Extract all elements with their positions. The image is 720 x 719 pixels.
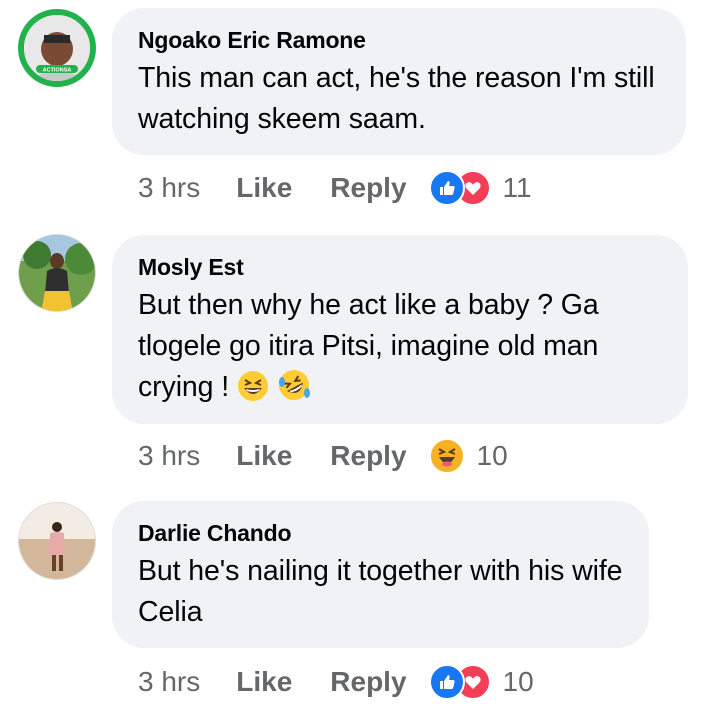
- avatar[interactable]: [18, 234, 96, 312]
- comment-author[interactable]: Darlie Chando: [138, 519, 623, 547]
- comment-timestamp[interactable]: 3 hrs: [138, 172, 200, 204]
- reactions-summary[interactable]: [428, 438, 465, 474]
- like-reaction-icon: [428, 664, 465, 700]
- comment-actions: 3 hrs Like Reply 10: [138, 662, 534, 702]
- reaction-count[interactable]: 10: [477, 440, 508, 472]
- reaction-count[interactable]: 11: [503, 172, 532, 204]
- comment-bubble: Mosly Est But then why he act like a bab…: [112, 235, 688, 424]
- comment-author[interactable]: Mosly Est: [138, 253, 662, 281]
- profile-photo-icon: [19, 503, 95, 579]
- comment-text: This man can act, he's the reason I'm st…: [138, 62, 655, 135]
- reply-button[interactable]: Reply: [330, 440, 406, 472]
- comment-actions: 3 hrs Like Reply 11: [138, 168, 532, 208]
- svg-text:ACTIONSA: ACTIONSA: [43, 68, 72, 74]
- like-button[interactable]: Like: [236, 666, 292, 698]
- like-reaction-icon: [428, 170, 465, 206]
- comment-text: But he's nailing it together with his wi…: [138, 555, 623, 628]
- like-button[interactable]: Like: [236, 440, 292, 472]
- comment-author[interactable]: Ngoako Eric Ramone: [138, 26, 660, 54]
- grinning-squinting-face-icon: [237, 370, 269, 414]
- comment-text: But then why he act like a baby ? Ga tlo…: [138, 285, 662, 414]
- comment-bubble: Ngoako Eric Ramone This man can act, he'…: [112, 8, 686, 155]
- comment-bubble: Darlie Chando But he's nailing it togeth…: [112, 501, 649, 648]
- profile-photo-icon: ACTIONSA: [24, 15, 90, 81]
- comment-text-body: But then why he act like a baby ? Ga tlo…: [138, 289, 599, 403]
- rolling-on-floor-laughing-icon: [277, 368, 311, 414]
- avatar[interactable]: [18, 502, 96, 580]
- avatar[interactable]: ACTIONSA: [18, 9, 96, 87]
- profile-photo-icon: [19, 235, 95, 311]
- comment-timestamp[interactable]: 3 hrs: [138, 440, 200, 472]
- like-button[interactable]: Like: [236, 172, 292, 204]
- reaction-count[interactable]: 10: [503, 666, 534, 698]
- comment-timestamp[interactable]: 3 hrs: [138, 666, 200, 698]
- reply-button[interactable]: Reply: [330, 666, 406, 698]
- reply-button[interactable]: Reply: [330, 172, 406, 204]
- reactions-summary[interactable]: [428, 170, 491, 206]
- reactions-summary[interactable]: [428, 664, 491, 700]
- comment-actions: 3 hrs Like Reply 10: [138, 436, 508, 476]
- haha-reaction-icon: [428, 438, 465, 474]
